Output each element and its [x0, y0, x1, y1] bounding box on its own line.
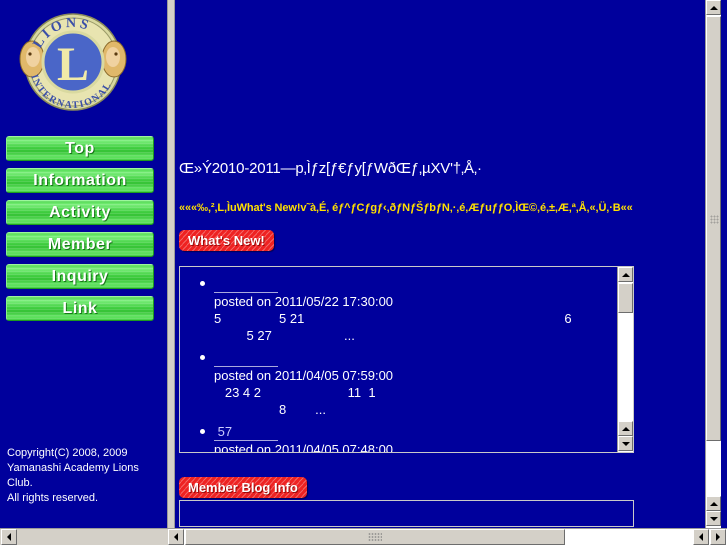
sidebar-item-label: Link	[62, 300, 98, 317]
sidebar-frame: L LIONS INTERNATIONAL Top Information Ac…	[0, 0, 167, 545]
member-blog-info-label: Member Blog Info	[188, 480, 298, 495]
page-subheadline: «««‰‚²‚L‚ÌuWhat's New!v˜à‚É‚ éƒ^ƒCƒgƒ‹‚ð…	[179, 202, 633, 214]
main-content-frame: Œ»Ý2010-2011—p‚Ìƒz[ƒ€ƒy[ƒWðŒƒ‚µXV'†‚Å‚· …	[175, 0, 705, 527]
page-scroll-up-button[interactable]	[706, 0, 721, 15]
frame-divider[interactable]	[167, 0, 175, 545]
button-shadow	[150, 320, 154, 321]
page-headline: Œ»Ý2010-2011—p‚Ìƒz[ƒ€ƒy[ƒWðŒƒ‚µXV'†‚Å‚·	[179, 160, 482, 177]
copyright-text: Copyright(C) 2008, 2009 Yamanashi Academ…	[7, 447, 139, 504]
svg-text:L: L	[57, 38, 89, 91]
page-vertical-scrollbar[interactable]	[705, 0, 721, 528]
page-hscrollbar-thumb[interactable]	[185, 529, 565, 545]
sidebar-item-information[interactable]: Information	[6, 168, 154, 193]
news-item-body-line2: 8 ...	[214, 402, 326, 417]
chevron-up-icon	[621, 426, 630, 431]
news-item-body-line2: 5 27 ...	[214, 328, 355, 343]
page-root: L LIONS INTERNATIONAL Top Information Ac…	[0, 0, 727, 545]
sidebar-item-label: Member	[47, 236, 113, 253]
sidebar-item-label: Information	[33, 172, 127, 189]
whats-new-banner[interactable]: What's New!	[179, 230, 274, 251]
button-shadow	[150, 192, 154, 193]
scroll-down-button[interactable]	[618, 436, 633, 451]
list-item: 57 posted on 2011/04/05 07:48:00	[200, 423, 618, 452]
sidebar-item-label: Top	[65, 140, 95, 157]
scroll-up-button-lower[interactable]	[618, 421, 633, 436]
chevron-down-icon	[621, 441, 630, 446]
page-scrollbar-thumb[interactable]	[706, 16, 721, 441]
button-shadow	[150, 224, 154, 225]
news-item-body-line1: 23 4 2 11 1	[214, 385, 376, 400]
news-item-posted: posted on 2011/05/22 17:30:00	[214, 294, 394, 309]
page-horizontal-scrollbar[interactable]	[168, 528, 727, 545]
chevron-left-icon	[174, 533, 178, 541]
page-scroll-left-button[interactable]	[168, 529, 184, 545]
news-item-posted: posted on 2011/04/05 07:59:00	[214, 368, 394, 383]
sidebar-nav: Top Information Activity Member Inquiry …	[6, 136, 161, 328]
news-list: posted on 2011/05/22 17:30:00 5 5 21 6 5…	[180, 275, 618, 452]
scrollbar-grip	[710, 215, 719, 224]
page-scroll-up-button-lower[interactable]	[706, 496, 721, 511]
chevron-up-icon	[621, 272, 630, 277]
chevron-up-icon	[709, 501, 718, 506]
member-blog-panel	[179, 500, 634, 527]
lions-club-logo: L LIONS INTERNATIONAL	[18, 7, 128, 117]
chevron-right-icon	[716, 533, 720, 541]
list-item: posted on 2011/04/05 07:59:00 23 4 2 11 …	[200, 349, 618, 418]
sidebar-item-label: Activity	[49, 204, 111, 221]
button-shadow	[150, 160, 154, 161]
scrollbar-thumb[interactable]	[618, 283, 633, 313]
sidebar-scroll-left-button[interactable]	[1, 529, 17, 545]
sidebar-horizontal-scrollbar[interactable]	[0, 528, 168, 545]
list-item: posted on 2011/05/22 17:30:00 5 5 21 6 5…	[200, 275, 618, 344]
page-scroll-left-button-right[interactable]	[693, 529, 709, 545]
news-panel: posted on 2011/05/22 17:30:00 5 5 21 6 5…	[179, 266, 634, 453]
news-item-posted: posted on 2011/04/05 07:48:00	[214, 442, 394, 452]
news-list-viewport: posted on 2011/05/22 17:30:00 5 5 21 6 5…	[180, 267, 618, 452]
news-item-title-link[interactable]: 57	[214, 424, 278, 441]
sidebar-item-top[interactable]: Top	[6, 136, 154, 161]
chevron-up-icon	[709, 5, 718, 10]
chevron-left-icon	[7, 533, 11, 541]
sidebar-item-label: Inquiry	[51, 268, 109, 285]
sidebar-item-link[interactable]: Link	[6, 296, 154, 321]
chevron-left-icon	[699, 533, 703, 541]
news-item-title-link[interactable]	[214, 276, 278, 293]
scroll-up-button[interactable]	[618, 267, 633, 282]
chevron-down-icon	[709, 516, 718, 521]
member-blog-info-banner[interactable]: Member Blog Info	[179, 477, 307, 498]
news-item-title-link[interactable]	[214, 350, 278, 367]
button-shadow	[150, 256, 154, 257]
sidebar-item-inquiry[interactable]: Inquiry	[6, 264, 154, 289]
sidebar-item-activity[interactable]: Activity	[6, 200, 154, 225]
news-item-body-line1: 5 5 21 6	[214, 311, 572, 326]
scrollbar-grip	[368, 532, 382, 542]
whats-new-banner-label: What's New!	[188, 233, 265, 248]
page-scroll-down-button[interactable]	[706, 511, 721, 526]
sidebar-item-member[interactable]: Member	[6, 232, 154, 257]
page-scroll-right-button[interactable]	[710, 529, 726, 545]
button-shadow	[150, 288, 154, 289]
news-panel-scrollbar[interactable]	[617, 267, 633, 452]
